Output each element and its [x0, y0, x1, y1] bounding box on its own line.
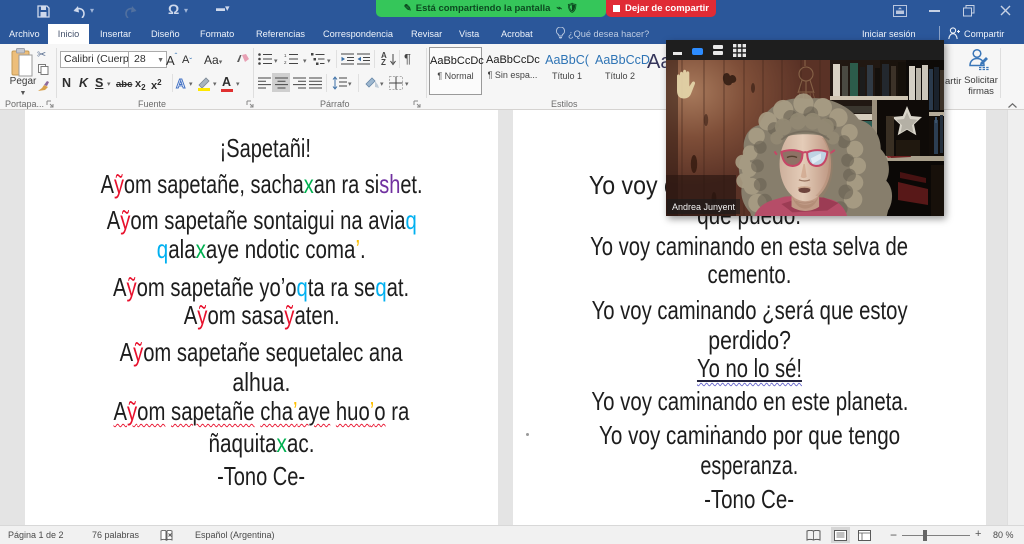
svg-text:2: 2: [284, 60, 287, 65]
svg-text:Andrea Junyent: Andrea Junyent: [672, 202, 736, 212]
svg-text:1: 1: [284, 53, 287, 58]
